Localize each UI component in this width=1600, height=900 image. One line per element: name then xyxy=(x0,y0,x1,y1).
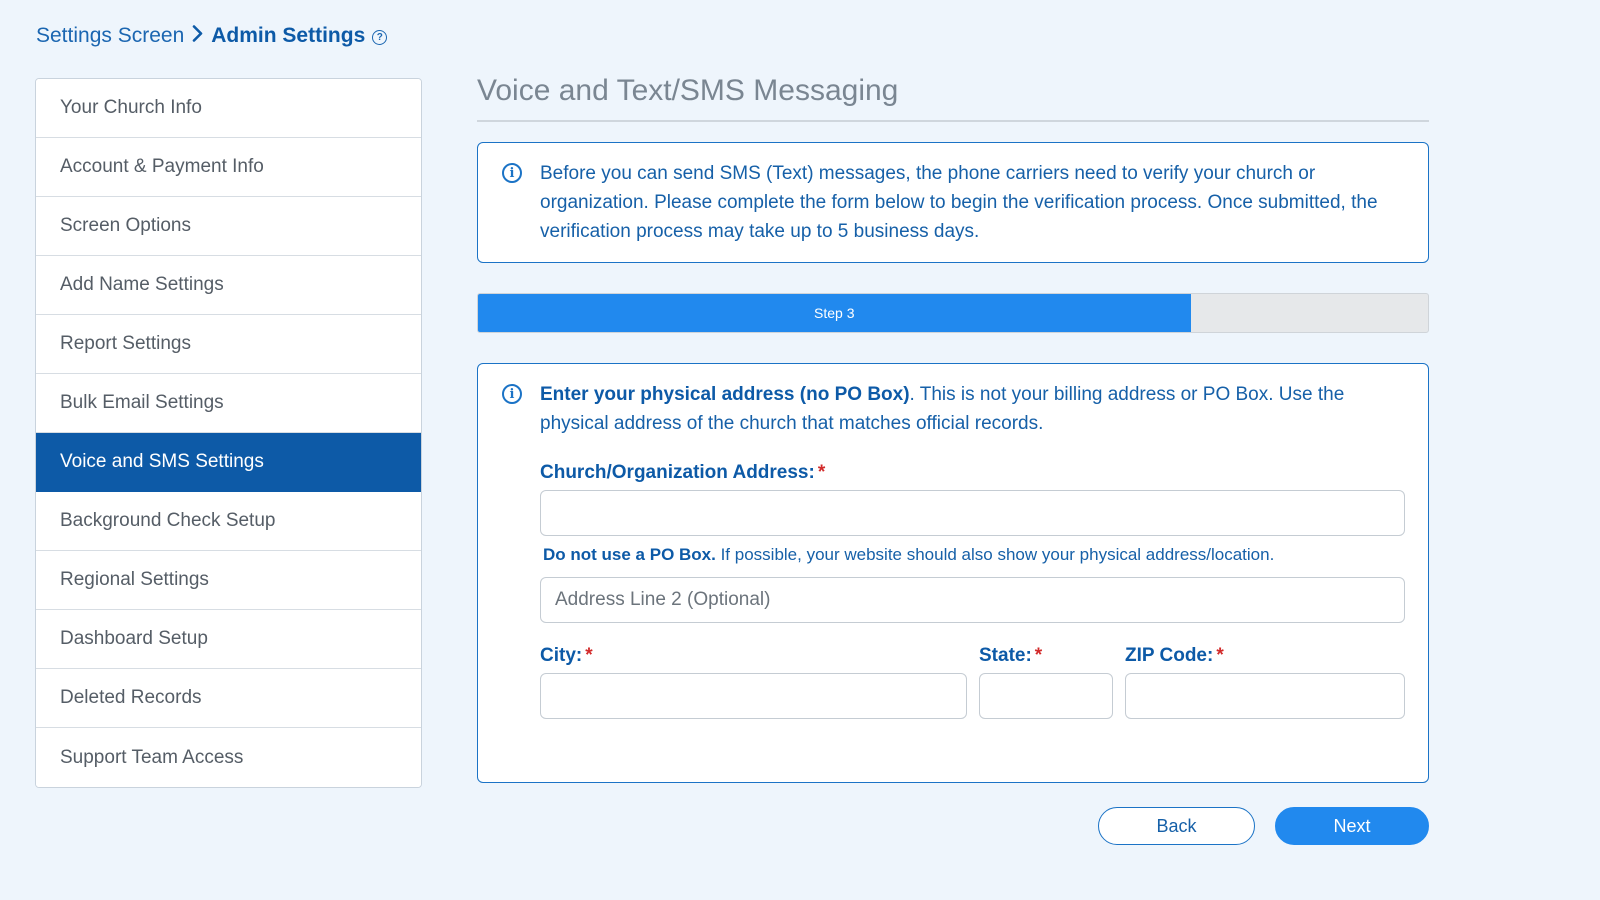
settings-sidebar: Your Church Info Account & Payment Info … xyxy=(35,78,422,788)
sidebar-item-regional-settings[interactable]: Regional Settings xyxy=(36,551,421,610)
city-label: City: * xyxy=(540,645,967,667)
step-progress-bar: Step 3 xyxy=(477,293,1429,333)
breadcrumb-current: Admin Settings xyxy=(211,24,366,47)
progress-label: Step 3 xyxy=(814,305,855,321)
city-column: City: * xyxy=(540,631,967,719)
sidebar-item-deleted-records[interactable]: Deleted Records xyxy=(36,669,421,728)
state-input[interactable] xyxy=(979,673,1113,719)
sidebar-item-account-payment-info[interactable]: Account & Payment Info xyxy=(36,138,421,197)
page-title: Voice and Text/SMS Messaging xyxy=(477,74,1429,122)
required-marker: * xyxy=(1034,645,1043,666)
verification-info-box: i Before you can send SMS (Text) message… xyxy=(477,142,1429,263)
form-intro: Enter your physical address (no PO Box).… xyxy=(540,380,1404,438)
address-label-text: Church/Organization Address: xyxy=(540,462,815,483)
zip-label-text: ZIP Code: xyxy=(1125,645,1214,666)
back-button[interactable]: Back xyxy=(1098,807,1255,845)
page: Settings Screen Admin Settings ? Your Ch… xyxy=(0,0,1600,900)
main-content: Voice and Text/SMS Messaging i Before yo… xyxy=(477,74,1429,845)
wizard-buttons: Back Next xyxy=(1098,807,1429,845)
sidebar-item-support-team-access[interactable]: Support Team Access xyxy=(36,728,421,787)
zip-input[interactable] xyxy=(1125,673,1405,719)
required-marker: * xyxy=(817,462,826,483)
sidebar-item-voice-sms-settings[interactable]: Voice and SMS Settings xyxy=(36,433,421,492)
chevron-right-icon xyxy=(192,24,203,48)
sidebar-item-dashboard-setup[interactable]: Dashboard Setup xyxy=(36,610,421,669)
sidebar-item-add-name-settings[interactable]: Add Name Settings xyxy=(36,256,421,315)
zip-column: ZIP Code: * xyxy=(1125,631,1405,719)
state-label-text: State: xyxy=(979,645,1032,666)
required-marker: * xyxy=(1216,645,1224,666)
city-state-zip-row: City: * State: * ZIP Code: * xyxy=(540,631,1405,719)
city-label-text: City: xyxy=(540,645,583,666)
progress-fill: Step 3 xyxy=(478,294,1191,332)
address-line1-input[interactable] xyxy=(540,490,1405,536)
verification-info-text: Before you can send SMS (Text) messages,… xyxy=(540,163,1378,242)
form-intro-bold: Enter your physical address (no PO Box) xyxy=(540,384,910,405)
address-label: Church/Organization Address: * xyxy=(540,462,1404,484)
sidebar-item-background-check-setup[interactable]: Background Check Setup xyxy=(36,492,421,551)
address-hint-rest: If possible, your website should also sh… xyxy=(715,545,1275,564)
address-form: i Enter your physical address (no PO Box… xyxy=(477,363,1429,783)
address-hint-bold: Do not use a PO Box. xyxy=(543,545,716,564)
sidebar-item-your-church-info[interactable]: Your Church Info xyxy=(36,79,421,138)
required-marker: * xyxy=(585,645,593,666)
info-icon: i xyxy=(502,163,522,183)
sidebar-item-screen-options[interactable]: Screen Options xyxy=(36,197,421,256)
next-button[interactable]: Next xyxy=(1275,807,1429,845)
address-hint: Do not use a PO Box. If possible, your w… xyxy=(543,545,1404,565)
sidebar-item-report-settings[interactable]: Report Settings xyxy=(36,315,421,374)
state-column: State: * xyxy=(979,631,1113,719)
breadcrumb-parent[interactable]: Settings Screen xyxy=(36,24,184,48)
address-line2-input[interactable] xyxy=(540,577,1405,623)
info-icon: i xyxy=(502,384,522,404)
state-label: State: * xyxy=(979,645,1113,667)
help-icon[interactable]: ? xyxy=(372,30,388,45)
zip-label: ZIP Code: * xyxy=(1125,645,1405,667)
breadcrumb: Settings Screen Admin Settings ? xyxy=(36,24,388,48)
sidebar-item-bulk-email-settings[interactable]: Bulk Email Settings xyxy=(36,374,421,433)
city-input[interactable] xyxy=(540,673,967,719)
